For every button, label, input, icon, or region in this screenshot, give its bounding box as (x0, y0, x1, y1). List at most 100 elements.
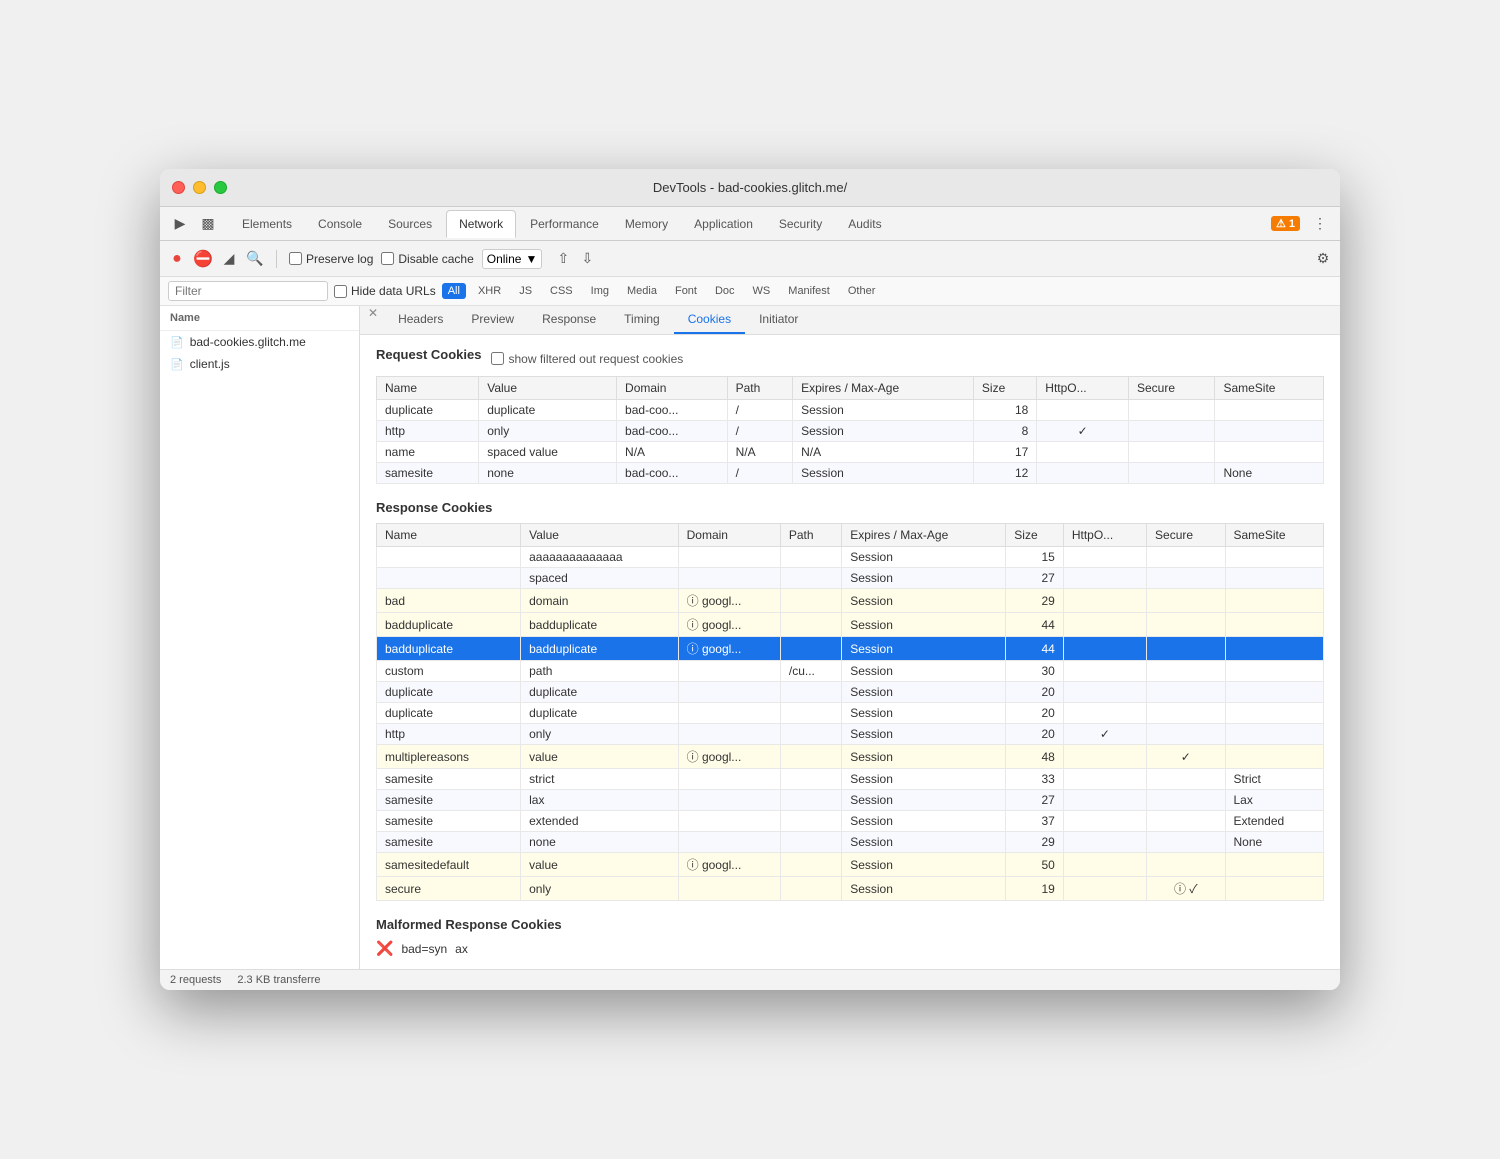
table-row[interactable]: samesite none bad-coo... / Session 12 No… (377, 463, 1324, 484)
filter-input[interactable] (168, 281, 328, 301)
preserve-log-input[interactable] (289, 252, 302, 265)
settings-icon[interactable]: ⚙ (1314, 250, 1332, 268)
disable-cache-checkbox[interactable]: Disable cache (381, 252, 473, 266)
sub-tab-headers[interactable]: Headers (384, 306, 457, 334)
col-secure[interactable]: Secure (1128, 377, 1214, 400)
filter-icon[interactable]: ◢ (220, 250, 238, 268)
download-icon[interactable]: ⇩ (578, 250, 596, 268)
filter-doc-btn[interactable]: Doc (709, 283, 741, 299)
tab-audits[interactable]: Audits (836, 211, 893, 237)
table-row[interactable]: bad domain ⓘ googl... Session 29 (377, 589, 1324, 613)
table-row[interactable]: multiplereasons value ⓘ googl... Session… (377, 745, 1324, 769)
col-httpo[interactable]: HttpO... (1063, 524, 1146, 547)
sidebar-item-bad-cookies[interactable]: 📄 bad-cookies.glitch.me (160, 331, 359, 353)
tab-sources[interactable]: Sources (376, 211, 444, 237)
titlebar: DevTools - bad-cookies.glitch.me/ (160, 169, 1340, 207)
col-path[interactable]: Path (780, 524, 841, 547)
table-row[interactable]: http only Session 20 ✓ (377, 724, 1324, 745)
warning-badge[interactable]: ⚠ 1 (1271, 216, 1300, 231)
col-name[interactable]: Name (377, 524, 521, 547)
table-row[interactable]: samesite lax Session 27 Lax (377, 790, 1324, 811)
filter-ws-btn[interactable]: WS (747, 283, 777, 299)
sidebar-item-client-js[interactable]: 📄 client.js (160, 353, 359, 375)
table-row[interactable]: samesite extended Session 37 Extended (377, 811, 1324, 832)
hide-data-urls-input[interactable] (334, 285, 347, 298)
col-expires[interactable]: Expires / Max-Age (842, 524, 1006, 547)
table-row[interactable]: secure only Session 19 ⓘ ✓ (377, 877, 1324, 901)
filter-font-btn[interactable]: Font (669, 283, 703, 299)
table-row[interactable]: spaced Session 27 (377, 568, 1324, 589)
col-name[interactable]: Name (377, 377, 479, 400)
filter-other-btn[interactable]: Other (842, 283, 882, 299)
tab-security[interactable]: Security (767, 211, 834, 237)
tab-console[interactable]: Console (306, 211, 374, 237)
filter-js-btn[interactable]: JS (513, 283, 538, 299)
table-row[interactable]: samesite strict Session 33 Strict (377, 769, 1324, 790)
sub-tab-cookies[interactable]: Cookies (674, 306, 745, 334)
tab-memory[interactable]: Memory (613, 211, 680, 237)
sub-tab-response[interactable]: Response (528, 306, 610, 334)
col-secure[interactable]: Secure (1147, 524, 1225, 547)
hide-data-urls-checkbox[interactable]: Hide data URLs (334, 284, 436, 298)
show-filtered-checkbox[interactable]: show filtered out request cookies (491, 352, 683, 366)
table-row[interactable]: custom path /cu... Session 30 (377, 661, 1324, 682)
table-row[interactable]: samesite none Session 29 None (377, 832, 1324, 853)
sub-tab-timing[interactable]: Timing (610, 306, 674, 334)
malformed-item: ❌ bad=syn ax (376, 940, 1324, 957)
table-row[interactable]: duplicate duplicate Session 20 (377, 682, 1324, 703)
table-row[interactable]: duplicate duplicate bad-coo... / Session… (377, 400, 1324, 421)
device-toolbar-icon[interactable]: ▩ (196, 212, 220, 236)
filter-all-btn[interactable]: All (442, 283, 466, 299)
throttle-select[interactable]: Online ▼ (482, 249, 543, 269)
col-domain[interactable]: Domain (617, 377, 728, 400)
show-filtered-input[interactable] (491, 352, 504, 365)
col-httpo[interactable]: HttpO... (1037, 377, 1129, 400)
filter-bar: Hide data URLs All XHR JS CSS Img Media … (160, 277, 1340, 306)
filter-manifest-btn[interactable]: Manifest (782, 283, 836, 299)
table-row[interactable]: duplicate duplicate Session 20 (377, 703, 1324, 724)
request-cookies-title: Request Cookies (376, 347, 481, 362)
traffic-lights (172, 181, 227, 194)
filter-xhr-btn[interactable]: XHR (472, 283, 507, 299)
filter-css-btn[interactable]: CSS (544, 283, 579, 299)
response-cookies-title: Response Cookies (376, 500, 1324, 515)
col-domain[interactable]: Domain (678, 524, 780, 547)
upload-icon[interactable]: ⇧ (554, 250, 572, 268)
tab-performance[interactable]: Performance (518, 211, 611, 237)
col-value[interactable]: Value (521, 524, 679, 547)
preserve-log-checkbox[interactable]: Preserve log (289, 252, 373, 266)
col-samesite[interactable]: SameSite (1225, 524, 1324, 547)
filter-media-btn[interactable]: Media (621, 283, 663, 299)
sub-tab-initiator[interactable]: Initiator (745, 306, 812, 334)
col-size[interactable]: Size (1006, 524, 1064, 547)
col-expires[interactable]: Expires / Max-Age (793, 377, 974, 400)
table-row[interactable]: badduplicate badduplicate ⓘ googl... Ses… (377, 613, 1324, 637)
tab-application[interactable]: Application (682, 211, 765, 237)
col-size[interactable]: Size (973, 377, 1036, 400)
col-path[interactable]: Path (727, 377, 793, 400)
sub-tab-preview[interactable]: Preview (457, 306, 528, 334)
more-options-icon[interactable]: ⋮ (1308, 212, 1332, 236)
select-element-icon[interactable]: ▶ (168, 212, 192, 236)
close-button[interactable] (172, 181, 185, 194)
table-row[interactable]: badduplicate badduplicate ⓘ googl... Ses… (377, 637, 1324, 661)
maximize-button[interactable] (214, 181, 227, 194)
col-value[interactable]: Value (479, 377, 617, 400)
record-icon[interactable]: ● (168, 250, 186, 268)
minimize-button[interactable] (193, 181, 206, 194)
col-samesite[interactable]: SameSite (1215, 377, 1324, 400)
error-icon: ❌ (376, 940, 393, 957)
disable-cache-input[interactable] (381, 252, 394, 265)
tab-network[interactable]: Network (446, 210, 516, 238)
table-row[interactable]: name spaced value N/A N/A N/A 17 (377, 442, 1324, 463)
search-icon[interactable]: 🔍 (246, 250, 264, 268)
close-detail-icon[interactable]: ✕ (368, 306, 378, 334)
filter-img-btn[interactable]: Img (585, 283, 615, 299)
stop-icon[interactable]: ⛔ (194, 250, 212, 268)
request-count: 2 requests (170, 974, 221, 986)
table-row[interactable]: samesitedefault value ⓘ googl... Session… (377, 853, 1324, 877)
tab-elements[interactable]: Elements (230, 211, 304, 237)
document-icon: 📄 (170, 358, 184, 371)
table-row[interactable]: aaaaaaaaaaaaaa Session 15 (377, 547, 1324, 568)
table-row[interactable]: http only bad-coo... / Session 8 ✓ (377, 421, 1324, 442)
